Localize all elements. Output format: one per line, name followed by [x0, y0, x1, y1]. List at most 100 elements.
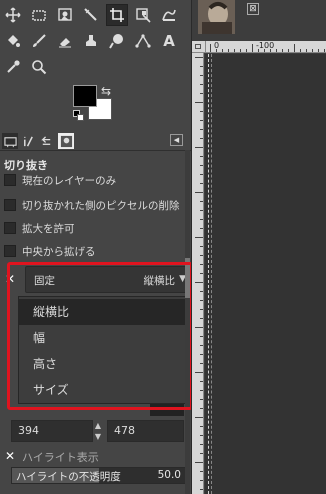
ruler-tick	[200, 183, 203, 184]
image-window: ⊠ 0 -100	[191, 0, 326, 494]
ruler-tick	[264, 49, 265, 52]
delete-cropped-pixels-label: 切り抜かれた側のピクセルの削除	[22, 200, 180, 212]
ruler-tick	[200, 165, 203, 166]
zoom-tool-icon[interactable]	[28, 56, 50, 78]
allow-growing-label: 拡大を許可	[22, 223, 75, 235]
transform-tool-icon[interactable]	[132, 4, 154, 26]
fuzzy-select-tool-icon[interactable]	[54, 4, 76, 26]
ruler-tick	[200, 264, 203, 265]
paintbrush-tool-icon[interactable]	[28, 30, 50, 52]
ruler-tick	[200, 120, 203, 121]
ruler-tick	[210, 44, 211, 52]
ruler-tick	[282, 49, 283, 52]
device-status-tab[interactable]	[20, 133, 36, 149]
images-tab[interactable]	[58, 133, 74, 149]
highlight-checkbox[interactable]: ✕	[4, 450, 16, 462]
ruler-tick	[200, 111, 203, 112]
ruler-tick	[228, 49, 229, 52]
ruler-tick	[200, 84, 203, 85]
canvas-boundary-line	[208, 54, 209, 494]
delete-cropped-pixels-checkbox[interactable]	[4, 199, 16, 211]
ruler-tick	[200, 336, 203, 337]
ruler-tick	[222, 49, 223, 52]
ruler-tick	[200, 354, 203, 355]
ruler-tick	[195, 102, 203, 103]
ruler-tick	[195, 147, 203, 148]
ruler-tick	[200, 363, 203, 364]
bucket-fill-tool-icon[interactable]	[2, 30, 24, 52]
ruler-tick	[200, 489, 203, 490]
highlight-opacity-value: 50.0	[157, 469, 181, 481]
undo-history-tab[interactable]	[38, 133, 54, 149]
eraser-tool-icon[interactable]	[54, 30, 76, 52]
ruler-tick	[200, 471, 203, 472]
ruler-tick	[200, 345, 203, 346]
allow-growing-checkbox[interactable]	[4, 222, 16, 234]
ruler-tick	[200, 255, 203, 256]
image-canvas[interactable]	[205, 54, 326, 494]
ruler-tick	[258, 49, 259, 52]
ruler-tick	[270, 49, 271, 52]
ruler-tick	[294, 44, 295, 52]
move-tool-icon[interactable]	[2, 4, 24, 26]
ruler-tick	[195, 417, 203, 418]
image-thumbnail-tab[interactable]	[198, 0, 235, 34]
ruler-tick	[200, 291, 203, 292]
ruler-tick	[200, 210, 203, 211]
ruler-tick	[200, 273, 203, 274]
ruler-tick	[200, 174, 203, 175]
ruler-tick	[195, 372, 203, 373]
dock-tab-bar: ◀	[0, 131, 191, 151]
annotation-highlight-box	[7, 262, 193, 410]
path-tool-icon[interactable]	[132, 30, 154, 52]
magic-wand-tool-icon[interactable]	[80, 4, 102, 26]
ruler-tick	[195, 237, 203, 238]
ruler-tick	[200, 156, 203, 157]
close-image-icon[interactable]: ⊠	[247, 3, 259, 15]
ruler-tick	[200, 300, 203, 301]
current-layer-only-checkbox[interactable]	[4, 174, 16, 186]
horizontal-ruler[interactable]: 0 -100	[206, 41, 326, 53]
tool-options-tab[interactable]	[2, 133, 18, 149]
color-picker-tool-icon[interactable]	[2, 56, 24, 78]
ruler-tick	[200, 129, 203, 130]
ruler-tick	[195, 462, 203, 463]
foreground-color-swatch[interactable]	[73, 85, 97, 107]
ruler-corner-button[interactable]	[192, 41, 206, 53]
ruler-tick	[200, 246, 203, 247]
ruler-tick	[200, 453, 203, 454]
toolbox-panel: A ⇆ ◀ 切り抜き 現在のレイヤーのみ 切り抜かれた側のピクセルの削除 拡大を	[0, 0, 193, 494]
tab-menu-button[interactable]: ◀	[170, 134, 183, 146]
ruler-tick	[312, 49, 313, 52]
size-height-field[interactable]: 478	[107, 420, 184, 442]
ruler-tick	[200, 435, 203, 436]
smudge-tool-icon[interactable]	[106, 30, 128, 52]
clone-tool-icon[interactable]	[80, 30, 102, 52]
expand-from-center-checkbox[interactable]	[4, 245, 16, 257]
ruler-tick	[234, 49, 235, 52]
rect-select-tool-icon[interactable]	[28, 4, 50, 26]
ruler-tick	[200, 219, 203, 220]
size-width-field[interactable]: 394	[11, 420, 93, 442]
expand-from-center-label: 中央から拡げる	[22, 246, 96, 258]
warp-tool-icon[interactable]	[158, 4, 180, 26]
crop-tool-icon[interactable]	[106, 4, 128, 26]
highlight-label: ハイライト表示	[22, 451, 99, 464]
ruler-tick	[195, 282, 203, 283]
text-tool-icon[interactable]: A	[158, 30, 180, 52]
ruler-tick	[200, 381, 203, 382]
ruler-tick	[195, 192, 203, 193]
vertical-ruler[interactable]	[192, 53, 204, 494]
canvas-boundary-line-inner	[211, 54, 212, 494]
ruler-tick	[246, 49, 247, 52]
ruler-tick	[200, 390, 203, 391]
highlight-opacity-slider[interactable]: ハイライトの不透明度 50.0	[11, 467, 186, 484]
highlight-opacity-label: ハイライトの不透明度	[16, 471, 121, 483]
ruler-tick	[200, 408, 203, 409]
reset-colors-icon[interactable]	[73, 110, 85, 122]
ruler-tick	[195, 327, 203, 328]
size-width-stepper[interactable]: ▲ ▼	[93, 420, 103, 442]
ruler-tick	[240, 49, 241, 52]
ruler-tick	[200, 426, 203, 427]
swap-colors-icon[interactable]: ⇆	[101, 84, 111, 98]
